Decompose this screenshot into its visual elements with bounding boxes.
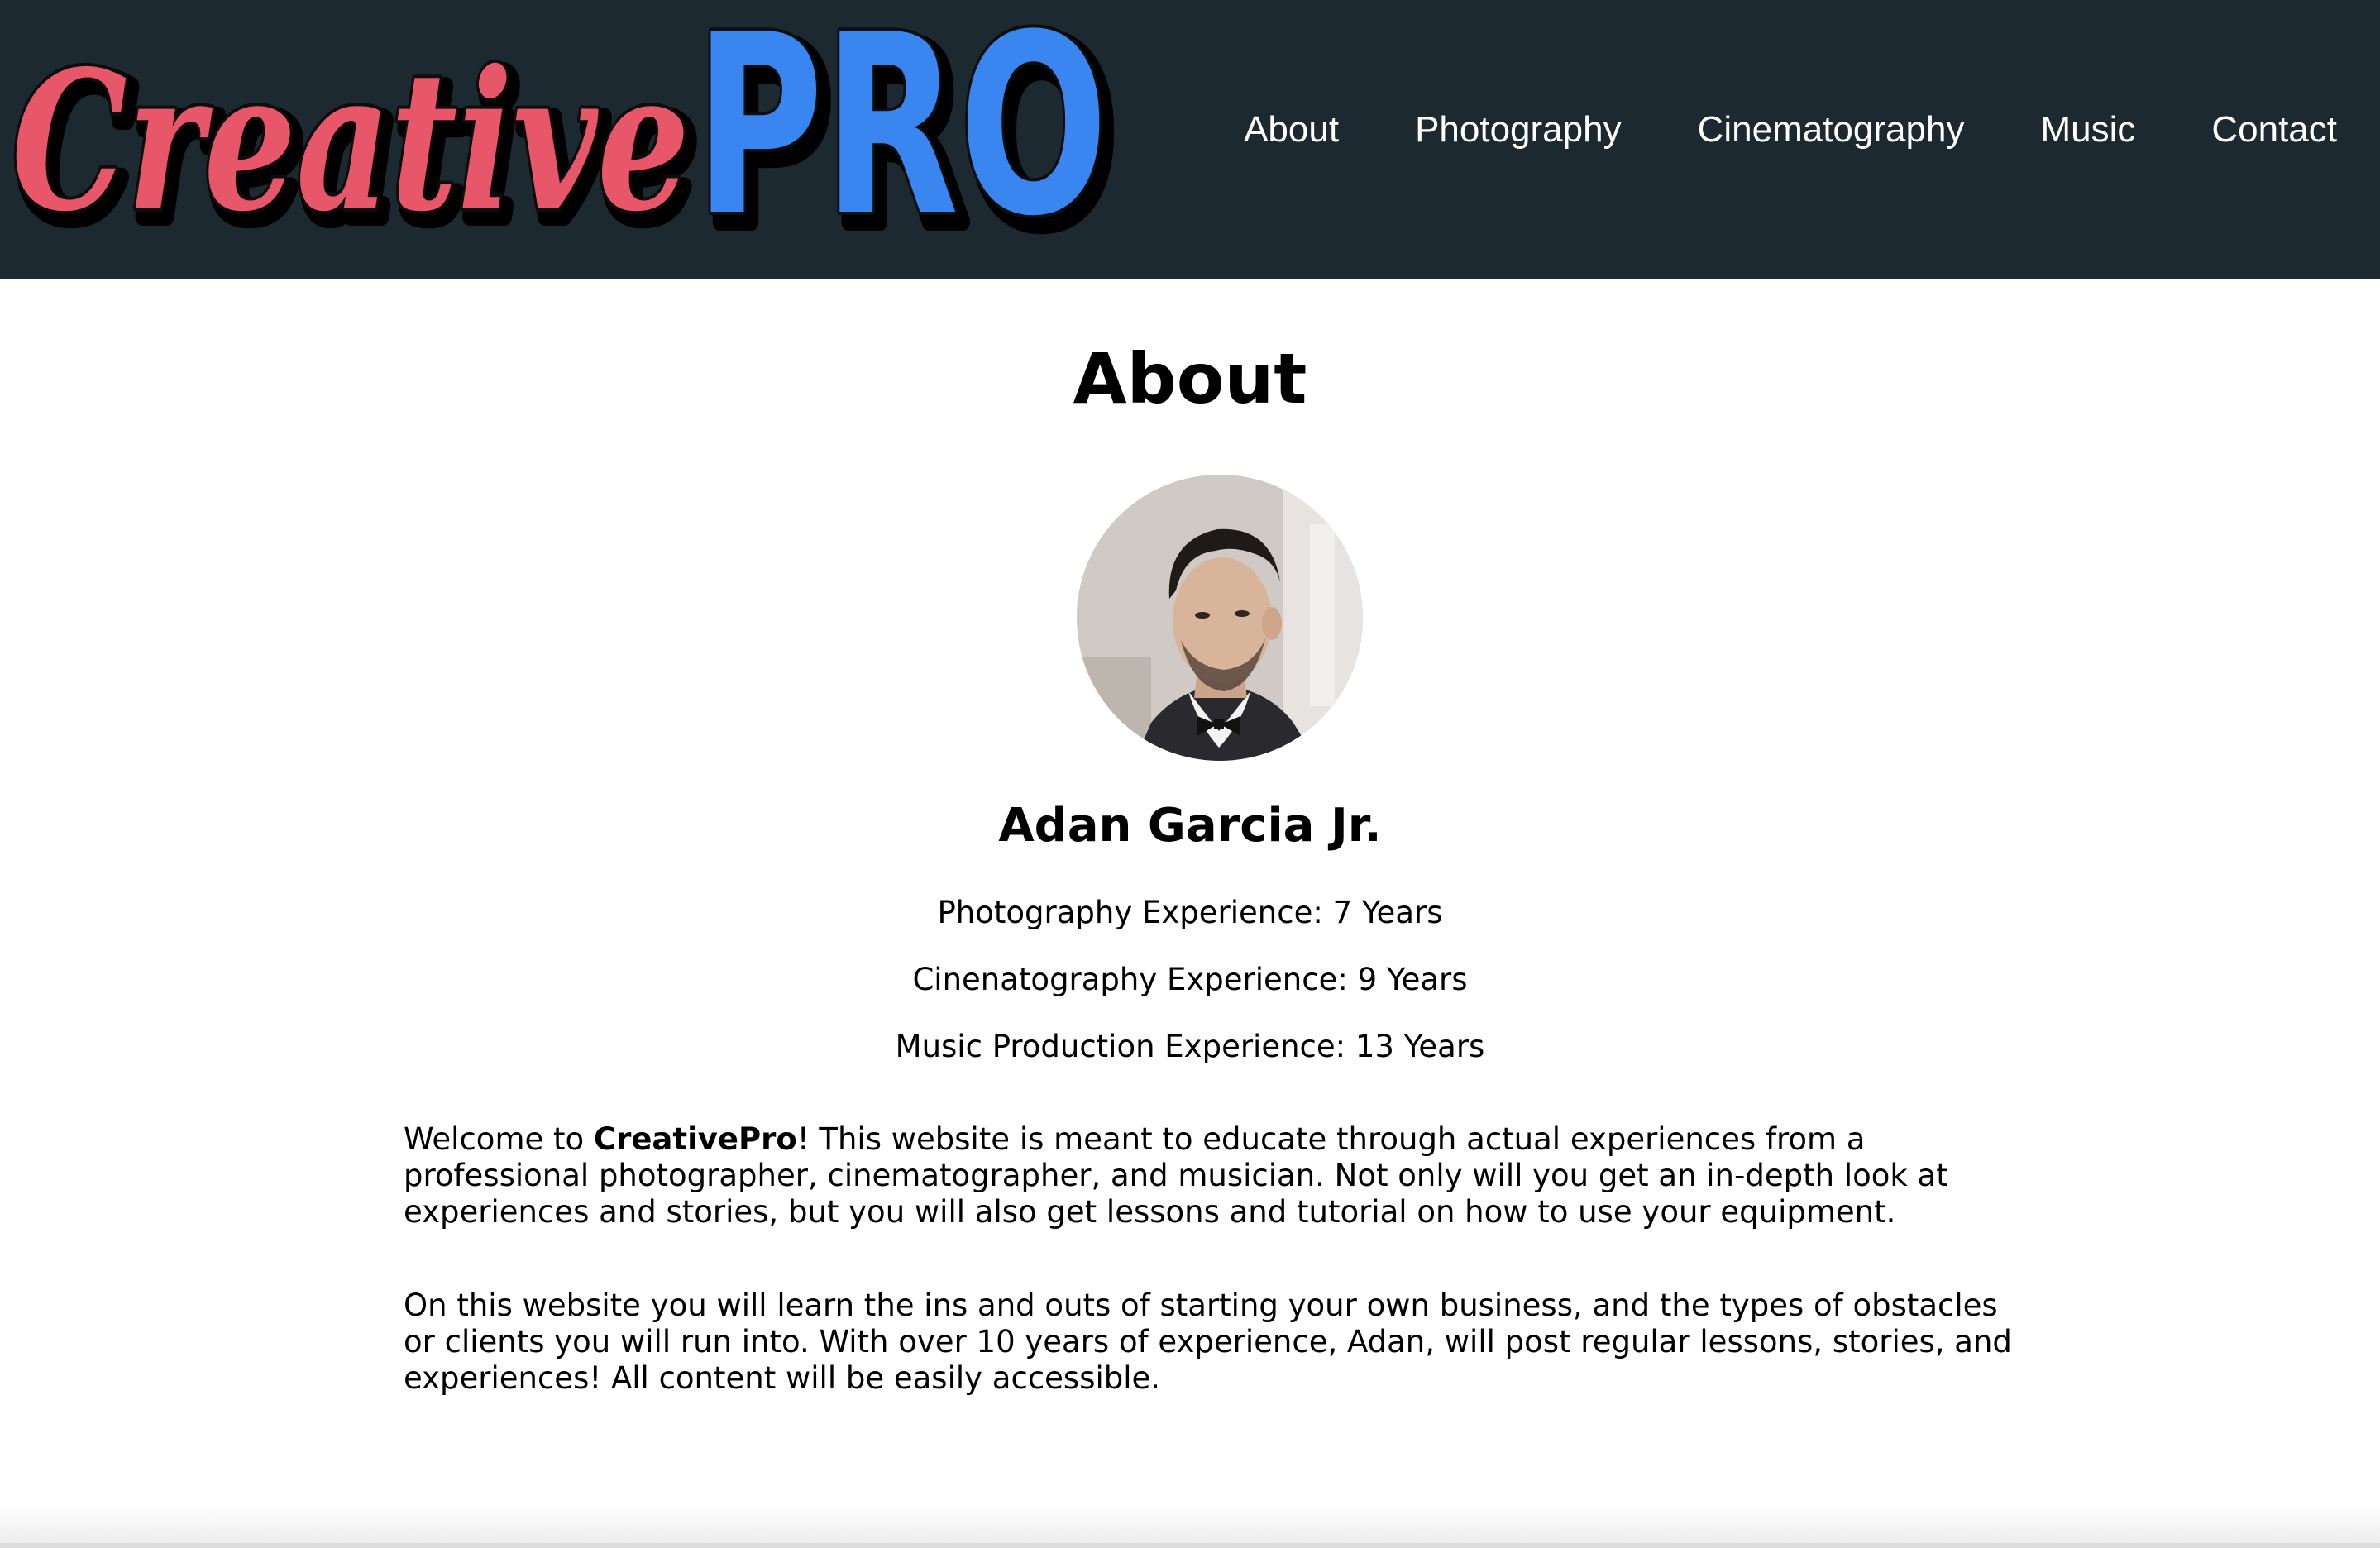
experience-photography: Photography Experience: 7 Years xyxy=(937,895,1443,930)
logo-text-pro: PRO xyxy=(695,0,1108,270)
main-nav: About Photography Cinematography Music C… xyxy=(1244,0,2337,260)
nav-link-photography[interactable]: Photography xyxy=(1415,109,1622,150)
nav-link-about[interactable]: About xyxy=(1244,109,1339,150)
nav-link-contact[interactable]: Contact xyxy=(2211,109,2337,150)
main-content: About Adan Garcia Jr. Photography Experi… xyxy=(0,280,2380,1503)
brand-name: CreativePro xyxy=(593,1121,797,1157)
nav-link-cinematography[interactable]: Cinematography xyxy=(1698,109,1965,150)
footer-divider xyxy=(0,1503,2380,1548)
experience-cinematography: Cinenatography Experience: 9 Years xyxy=(912,962,1468,997)
intro-paragraph-business: On this website you will learn the ins a… xyxy=(404,1288,2012,1396)
profile-name: Adan Garcia Jr. xyxy=(998,799,1382,853)
page-title: About xyxy=(1073,338,1307,419)
intro-paragraph-welcome: Welcome to CreativePro! This website is … xyxy=(404,1121,2024,1230)
profile-photo-icon xyxy=(1077,475,1363,761)
site-header: Creative Creative PRO PRO About Photogra… xyxy=(0,0,2380,289)
nav-link-music[interactable]: Music xyxy=(2040,109,2135,150)
welcome-prefix: Welcome to xyxy=(404,1121,594,1157)
experience-music-production: Music Production Experience: 13 Years xyxy=(895,1029,1485,1064)
creativepro-logo[interactable]: Creative Creative PRO PRO xyxy=(0,0,1141,289)
logo-text-creative: Creative xyxy=(12,28,690,254)
profile-photo xyxy=(1077,475,1363,761)
logo-graphic: Creative Creative PRO PRO xyxy=(8,0,1125,289)
